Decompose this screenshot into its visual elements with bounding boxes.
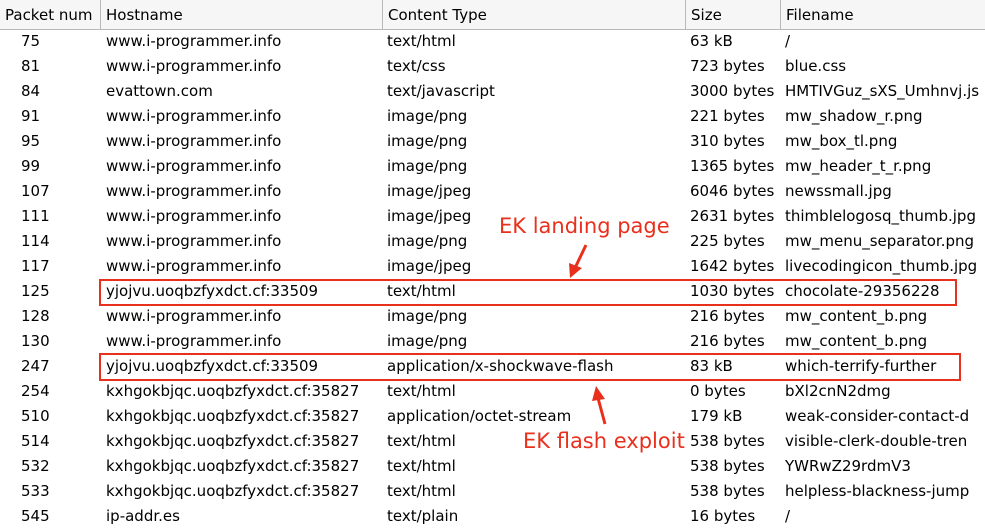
landing-page-arrow (569, 244, 588, 278)
annotation-arrows (569, 244, 607, 425)
flash-exploit-arrow (592, 386, 607, 425)
